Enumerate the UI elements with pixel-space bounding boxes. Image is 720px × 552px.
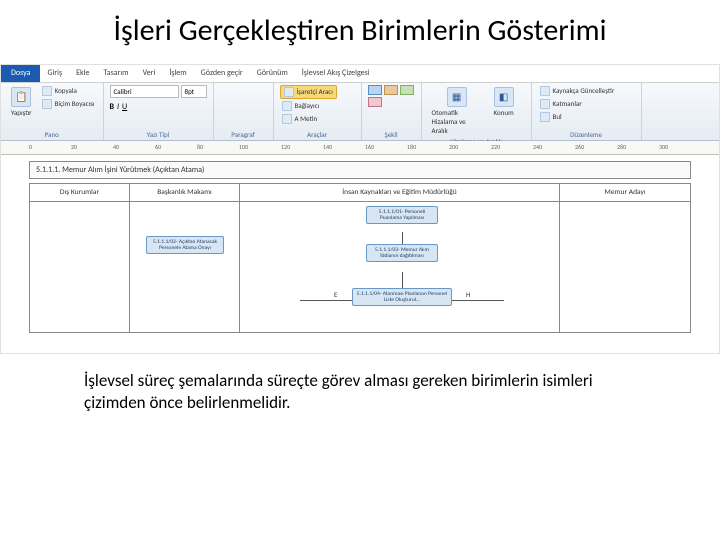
group-font: Calibri 8pt B I U Yazı Tipi: [104, 83, 214, 140]
group-tools: İşaretçi Aracı Bağlayıcı A Metin Araçlar: [274, 83, 362, 140]
group-label: Araçlar: [280, 130, 355, 140]
tab-review[interactable]: Gözden geçir: [194, 66, 250, 80]
quick-update-button[interactable]: Kaynakça Güncelleştir: [538, 85, 617, 97]
paste-icon: 📋: [11, 87, 31, 107]
process-box[interactable]: 5.1.1.1/04- Atanması Planlanan Personel …: [352, 288, 452, 307]
connector-icon: [282, 101, 292, 111]
process-box[interactable]: 5.1.1.1/02- Açıktan Atanacak Personele A…: [146, 236, 224, 255]
visio-app-screenshot: Dosya Giriş Ekle Tasarım Veri İşlem Gözd…: [0, 64, 720, 354]
shape-style-4[interactable]: [368, 97, 382, 107]
tab-data[interactable]: Veri: [136, 66, 163, 80]
process-box[interactable]: 5.1.1.1/01- Personeli Puanlama Yapılması: [366, 206, 438, 225]
layers-button[interactable]: Katmanlar: [538, 98, 617, 110]
search-icon: [540, 112, 550, 122]
bullets-icon[interactable]: [220, 99, 230, 109]
group-label: Düzenleme: [538, 130, 635, 140]
lane-hr[interactable]: İnsan Kaynakları ve Eğitim Müdürlüğü 5.1…: [240, 184, 560, 332]
lane-header[interactable]: Dış Kurumlar: [30, 184, 129, 202]
font-color-icon[interactable]: [130, 102, 139, 111]
tab-design[interactable]: Tasarım: [96, 66, 135, 80]
group-clipboard: 📋 Yapıştır Kopyala Biçim Boyacısı Pano: [1, 83, 104, 140]
pointer-tool-button[interactable]: İşaretçi Aracı: [280, 85, 337, 99]
layers-icon: [540, 99, 550, 109]
tab-home[interactable]: Giriş: [40, 66, 69, 80]
refresh-icon: [540, 86, 550, 96]
process-box[interactable]: 5.1.1.1/03- Memur Alım İddianın dağıtılm…: [366, 244, 438, 263]
edge-label-e: E: [334, 290, 337, 299]
connector-line: [402, 272, 403, 288]
connector-line: [402, 232, 403, 244]
slide-body-text: İşlevsel süreç şemalarında süreçte görev…: [84, 370, 636, 416]
align-right-icon[interactable]: [244, 85, 254, 95]
find-button[interactable]: Bul: [538, 111, 617, 123]
position-button[interactable]: ◧ Konum: [490, 85, 518, 119]
copy-button[interactable]: Kopyala: [40, 85, 97, 97]
auto-align-button[interactable]: ▦ Otomatik Hizalama ve Aralık: [428, 85, 486, 137]
align-center-icon[interactable]: [232, 85, 242, 95]
shape-style-1[interactable]: [368, 85, 382, 95]
group-label: Şekil: [368, 130, 415, 140]
brush-icon: [42, 99, 52, 109]
group-label: Pano: [7, 130, 97, 140]
ribbon: 📋 Yapıştır Kopyala Biçim Boyacısı Pano C…: [1, 83, 719, 141]
bold-button[interactable]: B: [110, 102, 114, 112]
pointer-icon: [284, 87, 294, 97]
lane-header[interactable]: İnsan Kaynakları ve Eğitim Müdürlüğü: [240, 184, 559, 202]
text-tool-button[interactable]: A Metin: [280, 113, 337, 125]
lane-presidency[interactable]: Başkanlık Makamı 5.1.1.1/02- Açıktan Ata…: [130, 184, 240, 332]
tab-insert[interactable]: Ekle: [69, 66, 96, 80]
underline-button[interactable]: U: [122, 102, 127, 112]
connector-line: [300, 300, 352, 301]
tab-flowchart[interactable]: İşlevsel Akış Çizelgesi: [295, 66, 377, 80]
text-icon: [282, 114, 292, 124]
lane-header[interactable]: Başkanlık Makamı: [130, 184, 239, 202]
shape-style-2[interactable]: [384, 85, 398, 95]
lane-candidate[interactable]: Memur Adayı: [560, 184, 690, 332]
copy-icon: [42, 86, 52, 96]
lane-header[interactable]: Memur Adayı: [560, 184, 690, 202]
italic-button[interactable]: I: [117, 102, 119, 112]
format-painter-button[interactable]: Biçim Boyacısı: [40, 98, 97, 110]
group-arrange: ▦ Otomatik Hizalama ve Aralık ◧ Konum Hi…: [422, 83, 532, 140]
file-tab[interactable]: Dosya: [1, 65, 40, 82]
grid-icon: ▦: [447, 87, 467, 107]
position-icon: ◧: [494, 87, 514, 107]
font-family-select[interactable]: Calibri: [110, 85, 179, 98]
ribbon-tabs: Dosya Giriş Ekle Tasarım Veri İşlem Gözd…: [1, 65, 719, 83]
tab-view[interactable]: Görünüm: [250, 66, 295, 80]
group-editing: Kaynakça Güncelleştir Katmanlar Bul Düze…: [532, 83, 642, 140]
tab-process[interactable]: İşlem: [162, 66, 193, 80]
group-label: Yazı Tipi: [110, 130, 207, 140]
edge-label-h: H: [466, 290, 470, 299]
group-label: Paragraf: [220, 130, 267, 140]
font-size-select[interactable]: 8pt: [181, 85, 207, 98]
slide-title: İşleri Gerçekleştiren Birimlerin Gösteri…: [40, 12, 680, 50]
lane-external[interactable]: Dış Kurumlar: [30, 184, 130, 332]
align-left-icon[interactable]: [220, 85, 230, 95]
swimlane-container: Dış Kurumlar Başkanlık Makamı 5.1.1.1/02…: [29, 183, 691, 333]
shape-style-3[interactable]: [400, 85, 414, 95]
horizontal-ruler: 0 20 40 60 80 100 120 140 160 180 200 22…: [1, 141, 719, 155]
paste-button[interactable]: 📋 Yapıştır: [7, 85, 36, 119]
connector-line: [452, 300, 504, 301]
group-shape: Şekil: [362, 83, 422, 140]
indent-icon[interactable]: [232, 99, 242, 109]
drawing-canvas[interactable]: 5.1.1.1. Memur Alım İşini Yürütmek (Açık…: [1, 155, 719, 354]
connector-button[interactable]: Bağlayıcı: [280, 100, 337, 112]
process-title-bar[interactable]: 5.1.1.1. Memur Alım İşini Yürütmek (Açık…: [29, 161, 691, 179]
group-paragraph: Paragraf: [214, 83, 274, 140]
